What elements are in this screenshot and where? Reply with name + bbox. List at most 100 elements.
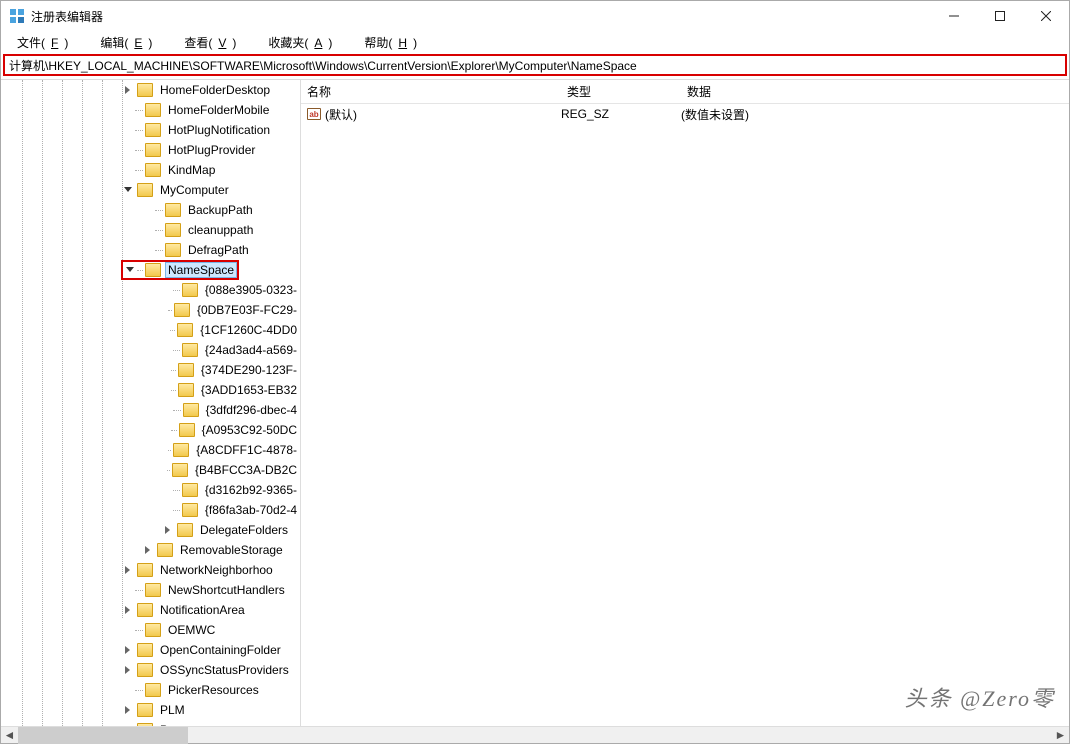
tree-item[interactable]: HomeFolderMobile: [1, 100, 300, 120]
tree-item-label: OpenContainingFolder: [157, 642, 284, 658]
tree-item[interactable]: PLM: [1, 700, 300, 720]
tree-item-label: {A8CDFF1C-4878-: [193, 442, 300, 458]
folder-icon: [145, 143, 161, 157]
tree-item-label: MyComputer: [157, 182, 232, 198]
tree-item[interactable]: {3dfdf296-dbec-4: [1, 400, 300, 420]
expand-icon[interactable]: [121, 566, 135, 574]
tree-item[interactable]: KindMap: [1, 160, 300, 180]
tree-item[interactable]: BackupPath: [1, 200, 300, 220]
menu-edit[interactable]: 编辑(E): [88, 32, 164, 53]
value-type: REG_SZ: [561, 107, 681, 121]
expand-icon[interactable]: [121, 86, 135, 94]
tree-item-label: cleanuppath: [185, 222, 256, 238]
maximize-button[interactable]: [977, 1, 1023, 31]
minimize-button[interactable]: [931, 1, 977, 31]
tree-item[interactable]: NotificationArea: [1, 600, 300, 620]
col-header-data[interactable]: 数据: [681, 83, 1069, 100]
tree-item[interactable]: DefragPath: [1, 240, 300, 260]
tree-item[interactable]: {24ad3ad4-a569-: [1, 340, 300, 360]
scroll-right-button[interactable]: ►: [1052, 727, 1069, 744]
tree-item[interactable]: {0DB7E03F-FC29-: [1, 300, 300, 320]
tree-item[interactable]: {d3162b92-9365-: [1, 480, 300, 500]
tree-item[interactable]: Power: [1, 720, 300, 726]
tree-item[interactable]: NewShortcutHandlers: [1, 580, 300, 600]
tree-item-label: HomeFolderDesktop: [157, 82, 273, 98]
tree-item[interactable]: {3ADD1653-EB32: [1, 380, 300, 400]
tree-item-label: {24ad3ad4-a569-: [202, 342, 300, 358]
menu-help[interactable]: 帮助(H): [352, 32, 429, 53]
tree-item[interactable]: {A0953C92-50DC: [1, 420, 300, 440]
tree-item-label: {d3162b92-9365-: [202, 482, 300, 498]
tree-item[interactable]: {1CF1260C-4DD0: [1, 320, 300, 340]
titlebar: 注册表编辑器: [1, 1, 1069, 31]
tree-item[interactable]: {374DE290-123F-: [1, 360, 300, 380]
tree-item-label: HotPlugNotification: [165, 122, 273, 138]
scroll-track[interactable]: [18, 727, 1052, 744]
tree-item[interactable]: OEMWC: [1, 620, 300, 640]
tree-item[interactable]: {B4BFCC3A-DB2C: [1, 460, 300, 480]
folder-icon: [174, 303, 190, 317]
tree-item[interactable]: OpenContainingFolder: [1, 640, 300, 660]
tree-item[interactable]: OSSyncStatusProviders: [1, 660, 300, 680]
expand-icon[interactable]: [121, 666, 135, 674]
scroll-thumb[interactable]: [18, 727, 188, 744]
folder-icon: [177, 523, 193, 537]
folder-icon: [182, 343, 198, 357]
folder-icon: [179, 423, 195, 437]
tree-item-label: RemovableStorage: [177, 542, 286, 558]
tree-item-label: DelegateFolders: [197, 522, 291, 538]
folder-icon: [145, 103, 161, 117]
collapse-icon[interactable]: [121, 186, 135, 194]
expand-icon[interactable]: [121, 706, 135, 714]
folder-icon: [165, 223, 181, 237]
expand-icon[interactable]: [141, 546, 155, 554]
horizontal-scrollbar[interactable]: ◄ ►: [1, 726, 1069, 743]
folder-icon: [145, 123, 161, 137]
folder-icon: [145, 623, 161, 637]
tree-item-label: {3dfdf296-dbec-4: [203, 402, 300, 418]
tree-item[interactable]: PickerResources: [1, 680, 300, 700]
tree-item[interactable]: {f86fa3ab-70d2-4: [1, 500, 300, 520]
expand-icon[interactable]: [121, 646, 135, 654]
menu-view[interactable]: 查看(V): [172, 32, 248, 53]
tree-item-label: {f86fa3ab-70d2-4: [202, 502, 300, 518]
folder-icon: [137, 663, 153, 677]
folder-icon: [182, 503, 198, 517]
tree-item[interactable]: HotPlugNotification: [1, 120, 300, 140]
folder-icon: [145, 583, 161, 597]
close-button[interactable]: [1023, 1, 1069, 31]
details-row[interactable]: ab (默认) REG_SZ (数值未设置): [301, 104, 1069, 124]
tree-item[interactable]: HotPlugProvider: [1, 140, 300, 160]
col-header-name[interactable]: 名称: [301, 83, 561, 100]
value-data: (数值未设置): [681, 106, 1069, 123]
tree-pane[interactable]: HomeFolderDesktop HomeFolderMobile HotPlug…: [1, 80, 301, 726]
tree-item[interactable]: RemovableStorage: [1, 540, 300, 560]
col-header-type[interactable]: 类型: [561, 83, 681, 100]
collapse-icon[interactable]: [123, 266, 137, 274]
details-header[interactable]: 名称 类型 数据: [301, 80, 1069, 104]
menu-file[interactable]: 文件(F): [5, 32, 80, 53]
tree-item[interactable]: cleanuppath: [1, 220, 300, 240]
menu-favorites[interactable]: 收藏夹(A): [256, 32, 344, 53]
scroll-left-button[interactable]: ◄: [1, 727, 18, 744]
folder-icon: [183, 403, 199, 417]
tree-item-label: {0DB7E03F-FC29-: [194, 302, 300, 318]
expand-icon[interactable]: [161, 526, 175, 534]
folder-icon: [173, 443, 189, 457]
value-name: (默认): [325, 106, 357, 123]
tree-item[interactable]: NetworkNeighborhoo: [1, 560, 300, 580]
tree-item[interactable]: MyComputer: [1, 180, 300, 200]
folder-icon: [137, 643, 153, 657]
expand-icon[interactable]: [121, 606, 135, 614]
tree-item[interactable]: {088e3905-0323-: [1, 280, 300, 300]
window-title: 注册表编辑器: [31, 8, 931, 25]
tree-item-label: NameSpace: [165, 262, 237, 278]
folder-icon: [177, 323, 193, 337]
address-bar[interactable]: 计算机\HKEY_LOCAL_MACHINE\SOFTWARE\Microsof…: [3, 54, 1067, 76]
folder-icon: [157, 543, 173, 557]
tree-item[interactable]: HomeFolderDesktop: [1, 80, 300, 100]
tree-item[interactable]: DelegateFolders: [1, 520, 300, 540]
folder-icon: [165, 243, 181, 257]
tree-item-label: {374DE290-123F-: [198, 362, 300, 378]
tree-item[interactable]: {A8CDFF1C-4878-: [1, 440, 300, 460]
